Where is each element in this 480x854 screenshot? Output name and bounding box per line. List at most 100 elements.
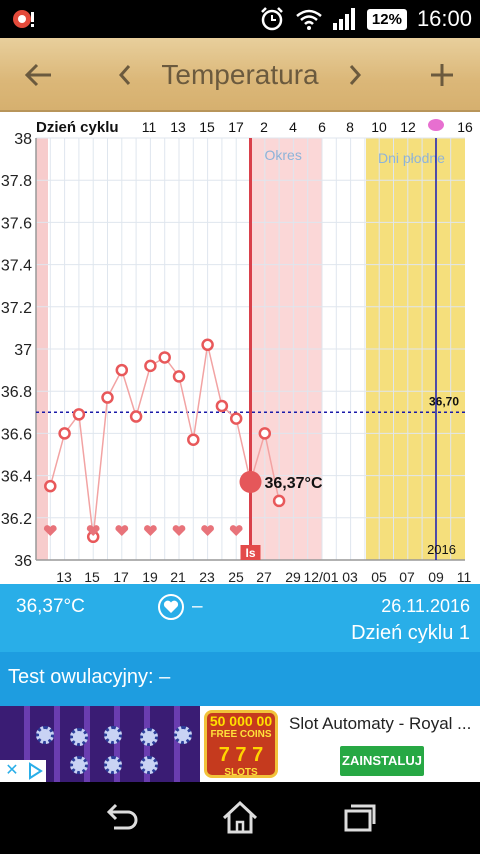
ad-logo-coins: 50 000 00 <box>209 713 273 729</box>
day-info-panel: 36,37°C – 26.11.2016 Dzień cyklu 1 <box>0 584 480 652</box>
y-tick-label: 37.2 <box>1 300 32 317</box>
temperature-point <box>272 494 286 508</box>
ad-banner[interactable]: ✕ 50 000 00 FREE COINS 7 7 7 SLOTS Slot … <box>0 706 480 782</box>
heart-value: – <box>192 596 203 617</box>
top-tick-label: 15 <box>199 119 215 135</box>
y-tick-label: 37 <box>14 342 32 359</box>
heart-icon <box>163 600 179 613</box>
top-tick-label: 11 <box>142 119 157 135</box>
ad-app-logo[interactable]: 50 000 00 FREE COINS 7 7 7 SLOTS <box>204 710 278 778</box>
bottom-tick-label: 15 <box>84 569 100 584</box>
selected-temperature-point <box>239 470 262 493</box>
poker-chip-icon <box>140 728 158 746</box>
temperature-point <box>44 479 57 493</box>
y-tick-label: 38 <box>14 131 32 148</box>
previous-cycle-button[interactable] <box>110 38 140 112</box>
y-tick-label: 36.8 <box>1 384 32 401</box>
top-tick-label: 16 <box>457 119 473 135</box>
bottom-tick-label: 07 <box>399 569 415 584</box>
top-tick-label: 2 <box>260 119 268 135</box>
arrow-left-icon <box>24 63 51 87</box>
page-title: Temperatura <box>161 59 319 90</box>
add-button[interactable] <box>420 38 464 112</box>
ad-install-button[interactable]: ZAINSTALUJ <box>340 746 424 776</box>
bottom-tick-label: 05 <box>371 569 387 584</box>
status-bar: 12% 16:00 <box>0 0 480 38</box>
bottom-tick-label: 25 <box>228 569 244 584</box>
ad-title[interactable]: Slot Automaty - Royal ... <box>289 714 471 734</box>
ovulation-test-row[interactable]: Test owulacyjny: – <box>0 652 480 706</box>
wifi-icon <box>296 9 322 30</box>
y-tick-label: 36 <box>14 553 32 570</box>
poker-chip-icon <box>36 726 54 744</box>
temperature-point <box>115 363 129 377</box>
ad-logo-sevens: 7 7 7 <box>218 744 264 766</box>
temperature-point <box>58 427 71 440</box>
top-tick-label: 4 <box>289 119 297 135</box>
year-label: 2016 <box>427 542 456 557</box>
signal-icon <box>332 8 355 30</box>
poker-chip-icon <box>174 726 192 744</box>
temperature-point <box>229 412 243 425</box>
poker-chip-icon <box>70 728 88 746</box>
temperature-point <box>172 370 186 383</box>
ad-choices-icon[interactable] <box>24 760 46 782</box>
top-axis-title: Dzień cyklu <box>36 119 119 136</box>
temperature-point <box>201 338 214 352</box>
poker-chip-icon <box>104 726 122 744</box>
navigation-bar <box>0 782 480 854</box>
next-cycle-button[interactable] <box>340 38 370 112</box>
back-icon[interactable] <box>100 798 140 838</box>
y-tick-label: 36.6 <box>1 426 32 443</box>
bottom-tick-label: 29 <box>285 569 301 584</box>
bottom-tick-label: 11 <box>457 569 472 584</box>
temperature-chart-svg[interactable]: 38 37.8 37.6 37.4 37.2 37 36.8 36.6 36.4 36.2 36 Ok… <box>0 112 480 584</box>
clock-time: 16:00 <box>416 6 472 31</box>
back-button[interactable] <box>16 38 60 112</box>
temperature-chart[interactable]: 38 37.8 37.6 37.4 37.2 37 36.8 36.6 36.4 36.2 36 Ok… <box>0 112 480 590</box>
selected-point-label: 36,37°C <box>265 475 323 492</box>
selected-date: 26.11.2016 <box>381 596 470 616</box>
temperature-point <box>101 391 114 404</box>
ad-close-icon[interactable]: ✕ <box>0 760 24 782</box>
plus-icon <box>431 64 453 86</box>
fertile-band-label: Dni płodne <box>378 150 445 166</box>
y-tick-label: 36.2 <box>1 511 32 528</box>
temperature-point <box>144 359 157 373</box>
status-icons: 12% 16:00 <box>259 0 472 38</box>
top-tick-label: 17 <box>228 119 244 135</box>
bottom-tick-label: 09 <box>428 569 444 584</box>
period-band-label: Okres <box>265 147 302 163</box>
poker-chip-icon <box>104 756 122 774</box>
recents-icon[interactable] <box>340 798 380 838</box>
period-marker-label: Is <box>245 546 255 560</box>
top-tick-label: 6 <box>318 119 326 135</box>
toolbar: Temperatura <box>0 38 480 112</box>
ovulation-test-pill-icon <box>428 119 444 131</box>
poker-chip-icon <box>70 756 88 774</box>
poker-chip-icon <box>140 756 158 774</box>
ovulation-test-label: Test owulacyjny: – <box>8 666 171 688</box>
bottom-tick-label: 27 <box>256 569 272 584</box>
temperature-point <box>187 433 200 446</box>
y-tick-label: 37.6 <box>1 215 32 232</box>
temperature-point <box>129 410 143 423</box>
cycle-day-label: Dzień cyklu 1 <box>351 622 470 644</box>
chevron-right-icon <box>349 65 362 85</box>
chevron-left-icon <box>118 65 131 85</box>
selected-temperature: 36,37°C <box>16 596 85 617</box>
app-notification-icon <box>13 10 34 28</box>
battery-icon: 12% <box>366 8 407 30</box>
bottom-tick-label: 21 <box>170 569 186 584</box>
heart-button[interactable] <box>158 594 184 620</box>
temperature-point <box>158 351 171 364</box>
ad-logo-slots: SLOTS <box>224 767 258 778</box>
y-tick-label: 37.8 <box>1 173 32 190</box>
alarm-clock-icon <box>261 7 283 31</box>
bottom-tick-label: 23 <box>199 569 215 584</box>
top-tick-label: 12 <box>400 119 416 135</box>
home-icon[interactable] <box>220 798 260 838</box>
bottom-tick-label: 12/01 <box>303 569 338 584</box>
bottom-tick-label: 17 <box>113 569 129 584</box>
ad-logo-subtitle: FREE COINS <box>210 729 272 740</box>
